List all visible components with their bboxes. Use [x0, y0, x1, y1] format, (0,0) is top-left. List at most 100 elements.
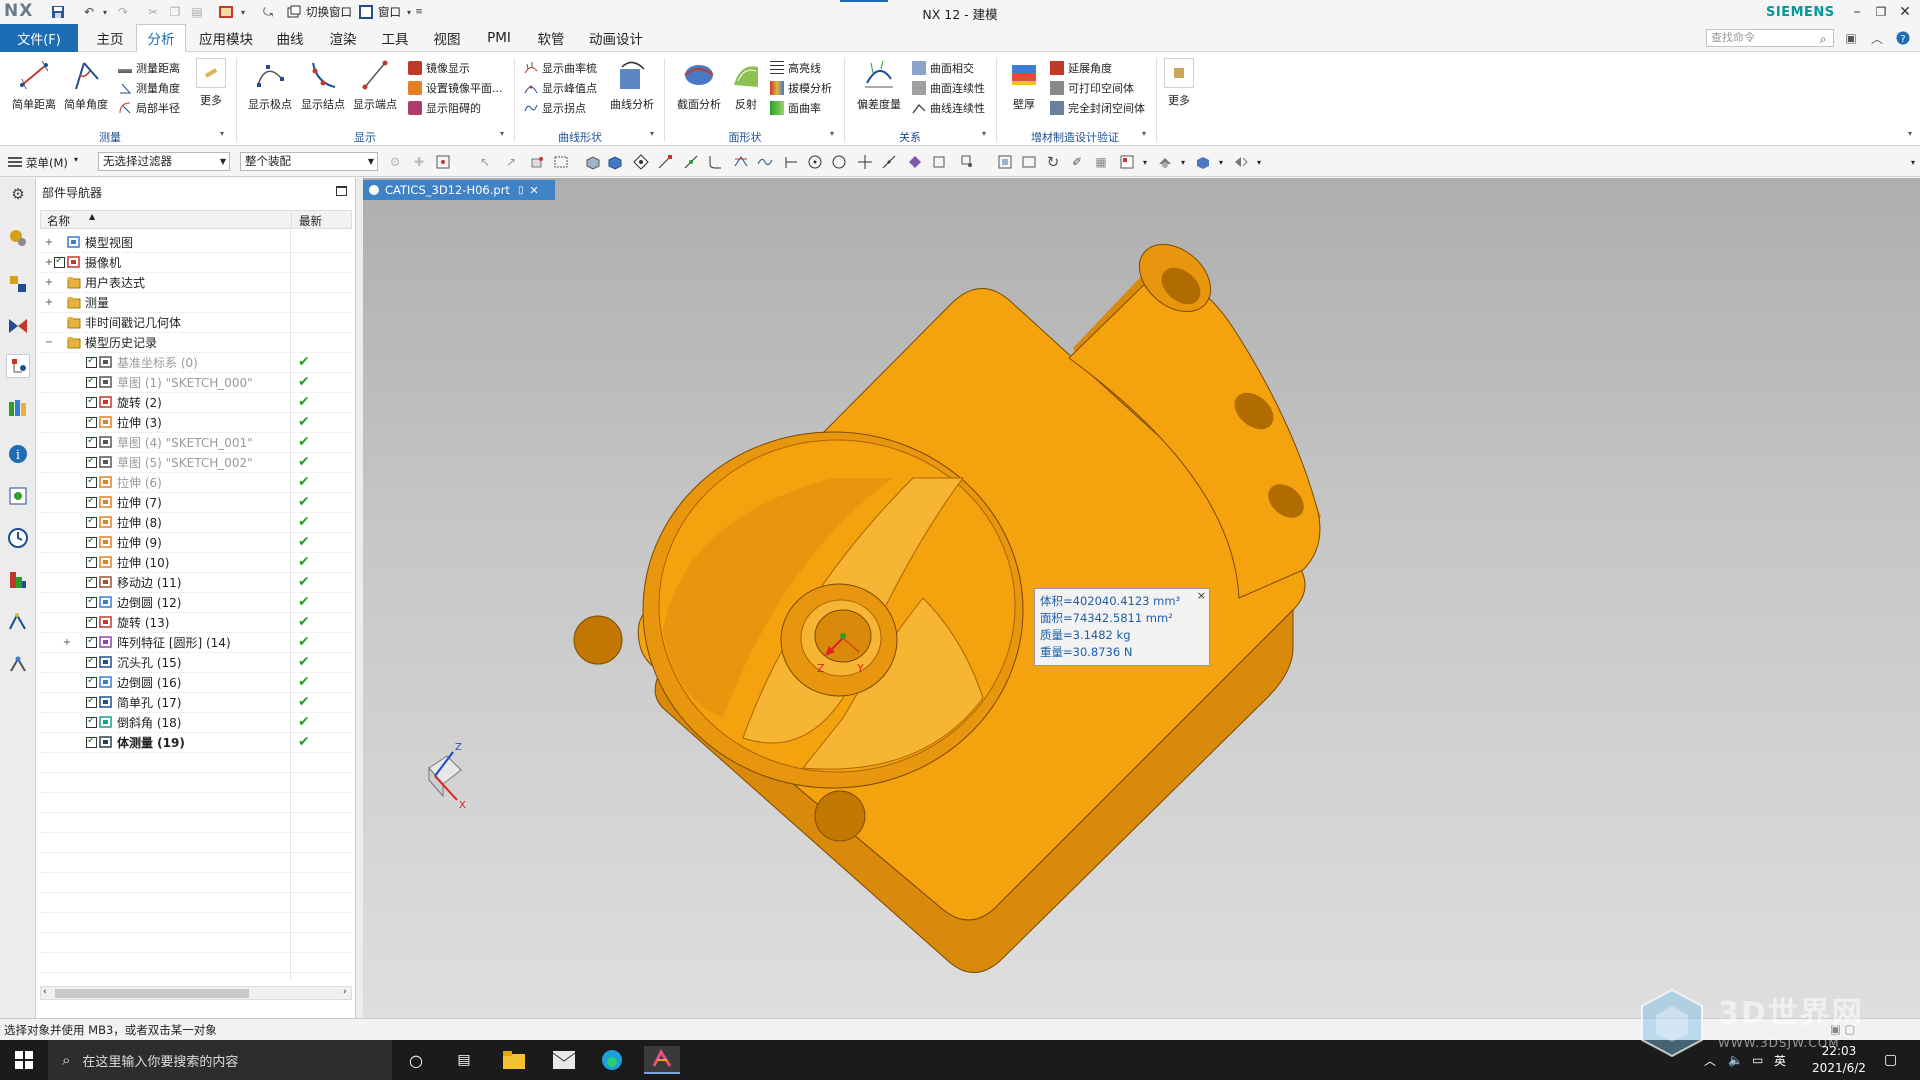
select-feature-icon[interactable]	[528, 153, 546, 171]
select-all-icon[interactable]: ✚	[410, 153, 428, 171]
measure-angle-button[interactable]: 测量角度	[118, 78, 180, 98]
tree-node[interactable]: − 模型历史记录	[40, 332, 352, 352]
restore-icon[interactable]: ❐	[1870, 1, 1892, 23]
visibility-checkbox[interactable]	[86, 375, 97, 388]
web-browser-icon[interactable]: i	[6, 442, 30, 466]
snap-quadrant-icon[interactable]	[782, 153, 800, 171]
window-menu-button[interactable]: 窗口	[378, 4, 401, 20]
switch-window-icon[interactable]	[286, 3, 302, 21]
snap-bounded-icon[interactable]	[906, 153, 924, 171]
settings-icon[interactable]: ⚙	[6, 182, 30, 206]
surface-intersection-button[interactable]: 曲面相交	[912, 58, 974, 78]
select-pointer-icon[interactable]: ↖	[476, 153, 494, 171]
expand-icon[interactable]: +	[44, 257, 54, 268]
ribbon-more-button[interactable]: 更多	[1160, 58, 1198, 118]
assembly-navigator-icon[interactable]	[6, 226, 30, 250]
scrollbar-thumb[interactable]	[55, 989, 249, 998]
show-poles-button[interactable]: 显示极点	[244, 58, 296, 118]
show-hide-dropdown-icon[interactable]: ▾	[1250, 153, 1268, 171]
tab-application[interactable]: 应用模块	[192, 24, 260, 52]
printable-volume-button[interactable]: 可打印空间体	[1050, 78, 1134, 98]
set-mirror-plane-button[interactable]: 设置镜像平面...	[408, 78, 503, 98]
show-peak-points-button[interactable]: 显示峰值点	[524, 78, 597, 98]
help-icon[interactable]: ?	[1894, 29, 1912, 47]
repeat-command-icon[interactable]: ⤿	[258, 3, 278, 21]
tree-node[interactable]: + 测量	[40, 292, 352, 312]
tree-node[interactable]: 旋转 (13) ✔	[40, 612, 352, 632]
close-popup-icon[interactable]: ×	[1197, 589, 1206, 602]
show-curvature-comb-button[interactable]: 显示曲率梳	[524, 58, 597, 78]
windows-start-icon[interactable]	[6, 1046, 42, 1074]
curve-analysis-button[interactable]: 曲线分析	[606, 58, 658, 118]
tree-node[interactable]: 拉伸 (8) ✔	[40, 512, 352, 532]
pin-icon[interactable]: ▯	[518, 185, 524, 196]
reflection-button[interactable]: 反射	[726, 58, 766, 118]
palette-icon[interactable]	[6, 568, 30, 592]
tab-render[interactable]: 渲染	[318, 24, 368, 52]
ribbon-expand-icon[interactable]: ▾	[1908, 129, 1912, 138]
visibility-checkbox[interactable]	[86, 595, 97, 608]
filter-settings-icon[interactable]: ⚙	[386, 153, 404, 171]
overhang-angle-button[interactable]: 延展角度	[1050, 58, 1112, 78]
tree-node[interactable]: 拉伸 (10) ✔	[40, 552, 352, 572]
tree-node[interactable]: + 用户表达式	[40, 272, 352, 292]
minimize-icon[interactable]: –	[1846, 1, 1868, 23]
snap-point-icon[interactable]	[434, 153, 452, 171]
visibility-checkbox[interactable]	[86, 635, 97, 648]
group-relation-dropdown-icon[interactable]: ▾	[982, 129, 986, 138]
show-knots-button[interactable]: 显示结点	[298, 58, 348, 118]
visibility-checkbox[interactable]	[86, 575, 97, 588]
notifications-icon[interactable]: ▢	[1884, 1040, 1897, 1080]
expand-icon[interactable]: +	[44, 297, 54, 308]
navigator-scrollbar[interactable]: ‹ ›	[40, 986, 352, 1000]
orient-view-icon[interactable]	[1118, 153, 1136, 171]
scroll-left-icon[interactable]: ‹	[43, 987, 47, 997]
visibility-checkbox[interactable]	[86, 715, 97, 728]
document-tab[interactable]: CATICS_3D12-H06.prt ▯ ✕	[363, 180, 555, 200]
surface-continuity-button[interactable]: 曲面连续性	[912, 78, 985, 98]
face-curvature-button[interactable]: 面曲率	[770, 98, 821, 118]
snap-pole-icon[interactable]	[930, 153, 948, 171]
draft-analysis-button[interactable]: 拔模分析	[770, 78, 832, 98]
expand-icon[interactable]: +	[62, 637, 72, 648]
cortana-icon[interactable]: ○	[398, 1046, 434, 1074]
tree-node[interactable]: 简单孔 (17) ✔	[40, 692, 352, 712]
tree-node[interactable]: 旋转 (2) ✔	[40, 392, 352, 412]
visibility-checkbox[interactable]	[86, 435, 97, 448]
highlight-lines-button[interactable]: 高亮线	[770, 58, 821, 78]
scroll-right-icon[interactable]: ›	[343, 987, 347, 997]
copy-icon[interactable]: ❐	[166, 3, 184, 21]
constraint-navigator-icon[interactable]	[6, 272, 30, 296]
snap-circle-icon[interactable]	[830, 153, 848, 171]
process-studio-icon[interactable]	[6, 610, 30, 634]
snap-end-icon[interactable]	[656, 153, 674, 171]
snap-spline-icon[interactable]	[756, 153, 774, 171]
switch-window-button[interactable]: 切换窗口	[306, 4, 352, 20]
task-view-icon[interactable]: ▤	[446, 1046, 482, 1074]
ribbon-options-icon[interactable]: ▣	[1842, 29, 1860, 47]
tree-node[interactable]: 拉伸 (3) ✔	[40, 412, 352, 432]
tree-node[interactable]: + 模型视图	[40, 232, 352, 252]
tree-node[interactable]: 体测量 (19) ✔	[40, 732, 352, 752]
tree-node[interactable]: 移动边 (11) ✔	[40, 572, 352, 592]
wall-thickness-button[interactable]: 壁厚	[1004, 58, 1044, 118]
selection-filter-dropdown[interactable]: 无选择过滤器 ▼	[98, 152, 230, 171]
column-latest-header[interactable]: 最新	[299, 213, 322, 229]
curve-continuity-button[interactable]: 曲线连续性	[912, 98, 985, 118]
tree-node[interactable]: 草图 (5) "SKETCH_002" ✔	[40, 452, 352, 472]
snap-point-on-curve-icon[interactable]	[856, 153, 874, 171]
tree-node[interactable]: 草图 (1) "SKETCH_000" ✔	[40, 372, 352, 392]
simple-distance-button[interactable]: 简单距离	[10, 58, 58, 118]
deviation-gauge-button[interactable]: 偏差度量	[852, 58, 906, 118]
visibility-checkbox[interactable]	[86, 515, 97, 528]
group-curve-shape-dropdown-icon[interactable]: ▾	[650, 129, 654, 138]
tree-node[interactable]: 沉头孔 (15) ✔	[40, 652, 352, 672]
perspective-icon[interactable]: ▦	[1092, 153, 1110, 171]
enclosed-volume-button[interactable]: 完全封闭空间体	[1050, 98, 1145, 118]
collapse-ribbon-icon[interactable]: ︿	[1868, 29, 1886, 47]
tab-animation[interactable]: 动画设计	[580, 24, 652, 52]
window-dropdown-icon[interactable]: ▾	[404, 3, 414, 21]
visibility-checkbox[interactable]	[86, 675, 97, 688]
expand-icon[interactable]: +	[44, 277, 54, 288]
undo-icon[interactable]: ↶	[80, 3, 98, 21]
